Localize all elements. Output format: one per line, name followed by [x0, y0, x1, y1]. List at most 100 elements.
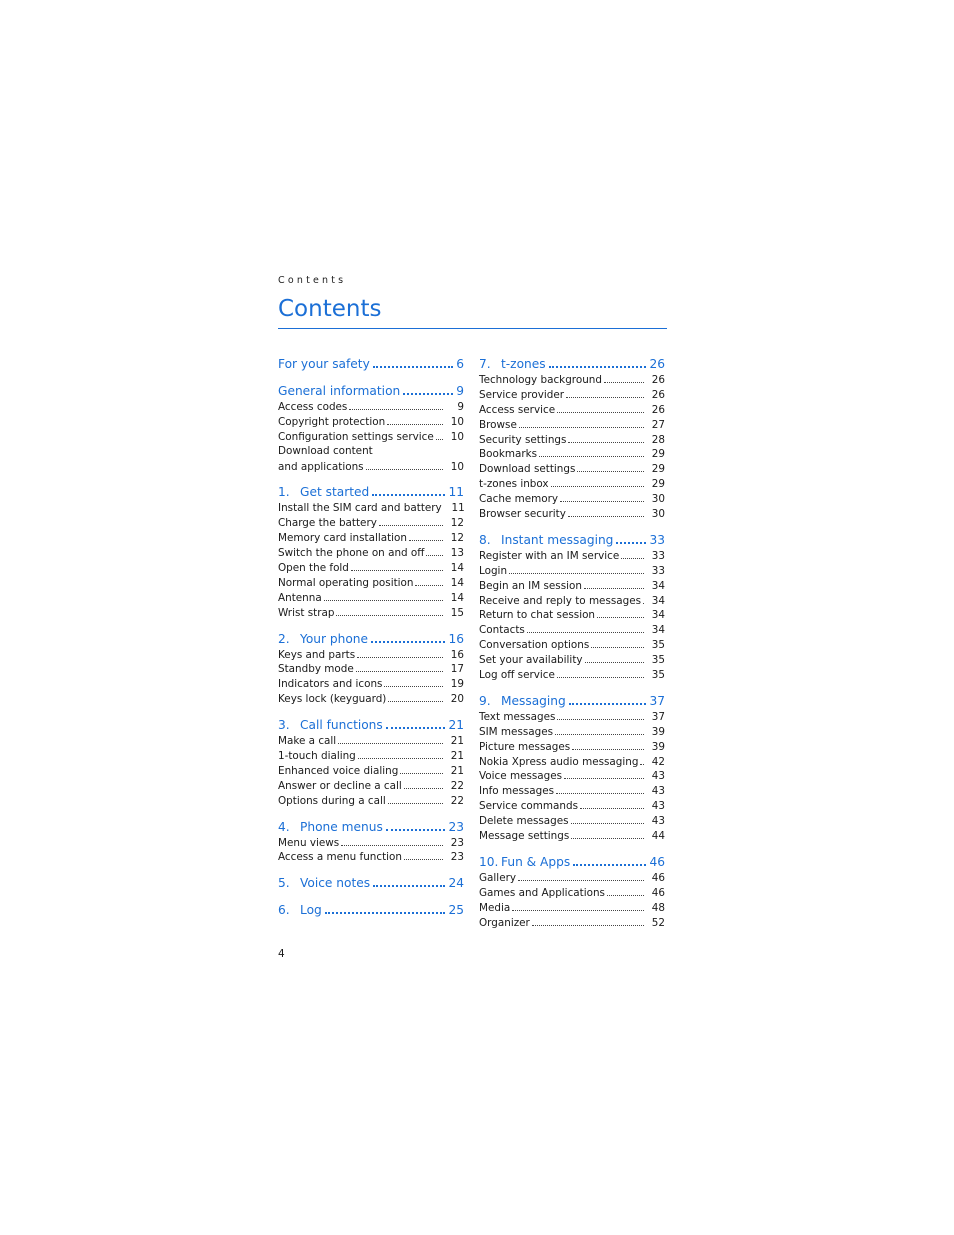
toc-entry[interactable]: Switch the phone on and off 13	[278, 545, 464, 560]
toc-entry[interactable]: Access a menu function 23	[278, 849, 464, 864]
toc-section-heading[interactable]: 6. Log 25	[278, 901, 464, 918]
toc-entry[interactable]: Standby mode 17	[278, 661, 464, 676]
toc-entry[interactable]: Gallery 46	[479, 870, 665, 885]
toc-entry[interactable]: Return to chat session 34	[479, 607, 665, 622]
section-page: 37	[649, 693, 665, 708]
toc-section-heading[interactable]: General information 9	[278, 382, 464, 399]
toc-entry[interactable]: Delete messages 43	[479, 813, 665, 828]
toc-entry[interactable]: Conversation options 35	[479, 637, 665, 652]
toc-entry[interactable]: Install the SIM card and battery 11	[278, 500, 465, 515]
toc-entry[interactable]: Charge the battery 12	[278, 515, 464, 530]
toc-entry[interactable]: Download content	[278, 444, 464, 459]
toc-entry[interactable]: Register with an IM service 33	[479, 548, 665, 563]
toc-entry[interactable]: Games and Applications 46	[479, 885, 665, 900]
entry-page: 19	[450, 678, 464, 691]
dot-leader	[403, 849, 443, 861]
entry-title: Conversation options	[479, 639, 590, 652]
toc-entry[interactable]: Answer or decline a call 22	[278, 778, 464, 793]
dot-leader	[518, 417, 644, 428]
toc-entry[interactable]: Antenna 14	[278, 590, 464, 605]
toc-entry[interactable]: Login 33	[479, 563, 665, 578]
entry-title: Text messages	[479, 710, 556, 723]
toc-entry[interactable]: Organizer 52	[479, 915, 665, 930]
toc-section-heading[interactable]: 2. Your phone 16	[278, 630, 464, 647]
toc-entry[interactable]: Message settings 44	[479, 828, 665, 843]
toc-entry[interactable]: Options during a call 22	[278, 793, 464, 808]
toc-entry[interactable]: Normal operating position 14	[278, 575, 464, 590]
toc-entry[interactable]: SIM messages 39	[479, 724, 665, 739]
entry-title: Technology background	[479, 374, 602, 386]
entry-title: Wrist strap	[278, 606, 335, 619]
toc-entry[interactable]: Menu views 23	[278, 835, 464, 850]
toc-entry[interactable]: Service commands 43	[479, 798, 665, 813]
toc-entry[interactable]: Security settings 28	[479, 432, 665, 447]
toc-entry[interactable]: Voice messages 43	[479, 768, 665, 783]
toc-entry[interactable]: Access codes 9	[278, 399, 464, 414]
toc-section-heading[interactable]: 10. Fun & Apps 46	[479, 853, 665, 870]
entry-page: 14	[450, 591, 464, 604]
toc-entry[interactable]: Download settings 29	[479, 461, 665, 476]
dot-leader	[338, 733, 443, 745]
toc-entry[interactable]: Log off service 35	[479, 667, 665, 682]
toc-entry[interactable]: Set your availability 35	[479, 652, 665, 667]
toc-entry[interactable]: Keys lock (keyguard) 20	[278, 691, 464, 706]
toc-section-heading[interactable]: 8. Instant messaging 33	[479, 531, 665, 548]
toc-entry[interactable]: Nokia Xpress audio messaging 42	[479, 754, 665, 769]
dot-leader	[435, 429, 443, 440]
toc-entry[interactable]: Browse 27	[479, 417, 665, 432]
toc-entry[interactable]: Picture messages 39	[479, 739, 665, 754]
toc-entry[interactable]: and applications 10	[278, 459, 464, 474]
toc-section-heading[interactable]: 3. Call functions 21	[278, 716, 464, 733]
toc-entry[interactable]: Media 48	[479, 900, 665, 915]
toc-entry[interactable]: Keys and parts 16	[278, 647, 464, 662]
toc-entry[interactable]: Enhanced voice dialing 21	[278, 763, 464, 778]
dot-leader	[336, 605, 443, 616]
toc-entry[interactable]: Service provider 26	[479, 387, 665, 402]
toc-section: For your safety 6	[278, 355, 464, 372]
toc-section: 4. Phone menus 23 Menu views 23 Access a menu…	[278, 818, 464, 865]
toc-section: 9. Messaging 37 Text messages 37 SIM messages…	[479, 692, 665, 843]
entry-page: 34	[651, 594, 665, 607]
entry-page: 43	[651, 785, 665, 798]
toc-section-heading[interactable]: For your safety 6	[278, 355, 464, 372]
dot-leader	[616, 531, 647, 544]
toc-entry[interactable]: Receive and reply to messages 34	[479, 593, 665, 608]
entry-page: 29	[651, 448, 665, 461]
toc-entry[interactable]: Contacts 34	[479, 622, 665, 637]
entry-title: Organizer	[479, 916, 530, 929]
toc-entry[interactable]: Open the fold 14	[278, 560, 464, 575]
toc-section-heading[interactable]: 5. Voice notes 24	[278, 874, 464, 891]
toc-entry[interactable]: Access service 26	[479, 402, 665, 417]
toc-entry[interactable]: t-zones inbox 29	[479, 476, 665, 491]
entry-title: Begin an IM session	[479, 579, 582, 592]
entry-page: 10	[450, 430, 464, 443]
toc-section-heading[interactable]: 1. Get started 11	[278, 483, 464, 500]
toc-entry[interactable]: Wrist strap 15	[278, 605, 464, 620]
toc-entry[interactable]: Make a call 21	[278, 733, 464, 748]
entry-page: 46	[651, 871, 665, 884]
toc-section-heading[interactable]: 4. Phone menus 23	[278, 818, 464, 835]
entry-page: 23	[450, 836, 464, 849]
section-title: Phone menus	[300, 819, 383, 834]
toc-section: 3. Call functions 21 Make a call 21 1-touch d…	[278, 716, 464, 807]
dot-leader	[387, 793, 443, 804]
toc-entry[interactable]: Text messages 37	[479, 709, 665, 724]
toc-entry[interactable]: Copyright protection 10	[278, 414, 464, 429]
toc-entry[interactable]: Memory card installation 12	[278, 530, 464, 545]
entry-title: and applications	[278, 460, 364, 473]
toc-entry[interactable]: Technology background 26	[479, 372, 665, 387]
toc-entry[interactable]: 1-touch dialing 21	[278, 748, 464, 763]
toc-entry[interactable]: Begin an IM session 34	[479, 578, 665, 593]
toc-entry[interactable]: Browser security 30	[479, 506, 665, 521]
dot-leader	[621, 548, 644, 559]
entry-title: Options during a call	[278, 794, 386, 807]
toc-entry[interactable]: Info messages 43	[479, 783, 665, 798]
toc-section-heading[interactable]: 9. Messaging 37	[479, 692, 665, 709]
toc-section-heading[interactable]: 7. t-zones 26	[479, 355, 665, 372]
toc-entry[interactable]: Bookmarks 29	[479, 446, 665, 461]
toc-section: 6. Log 25	[278, 901, 464, 918]
toc-entry[interactable]: Cache memory 30	[479, 491, 665, 506]
toc-entry[interactable]: Configuration settings service 10	[278, 429, 464, 444]
dot-leader	[571, 828, 644, 840]
toc-entry[interactable]: Indicators and icons 19	[278, 676, 464, 691]
